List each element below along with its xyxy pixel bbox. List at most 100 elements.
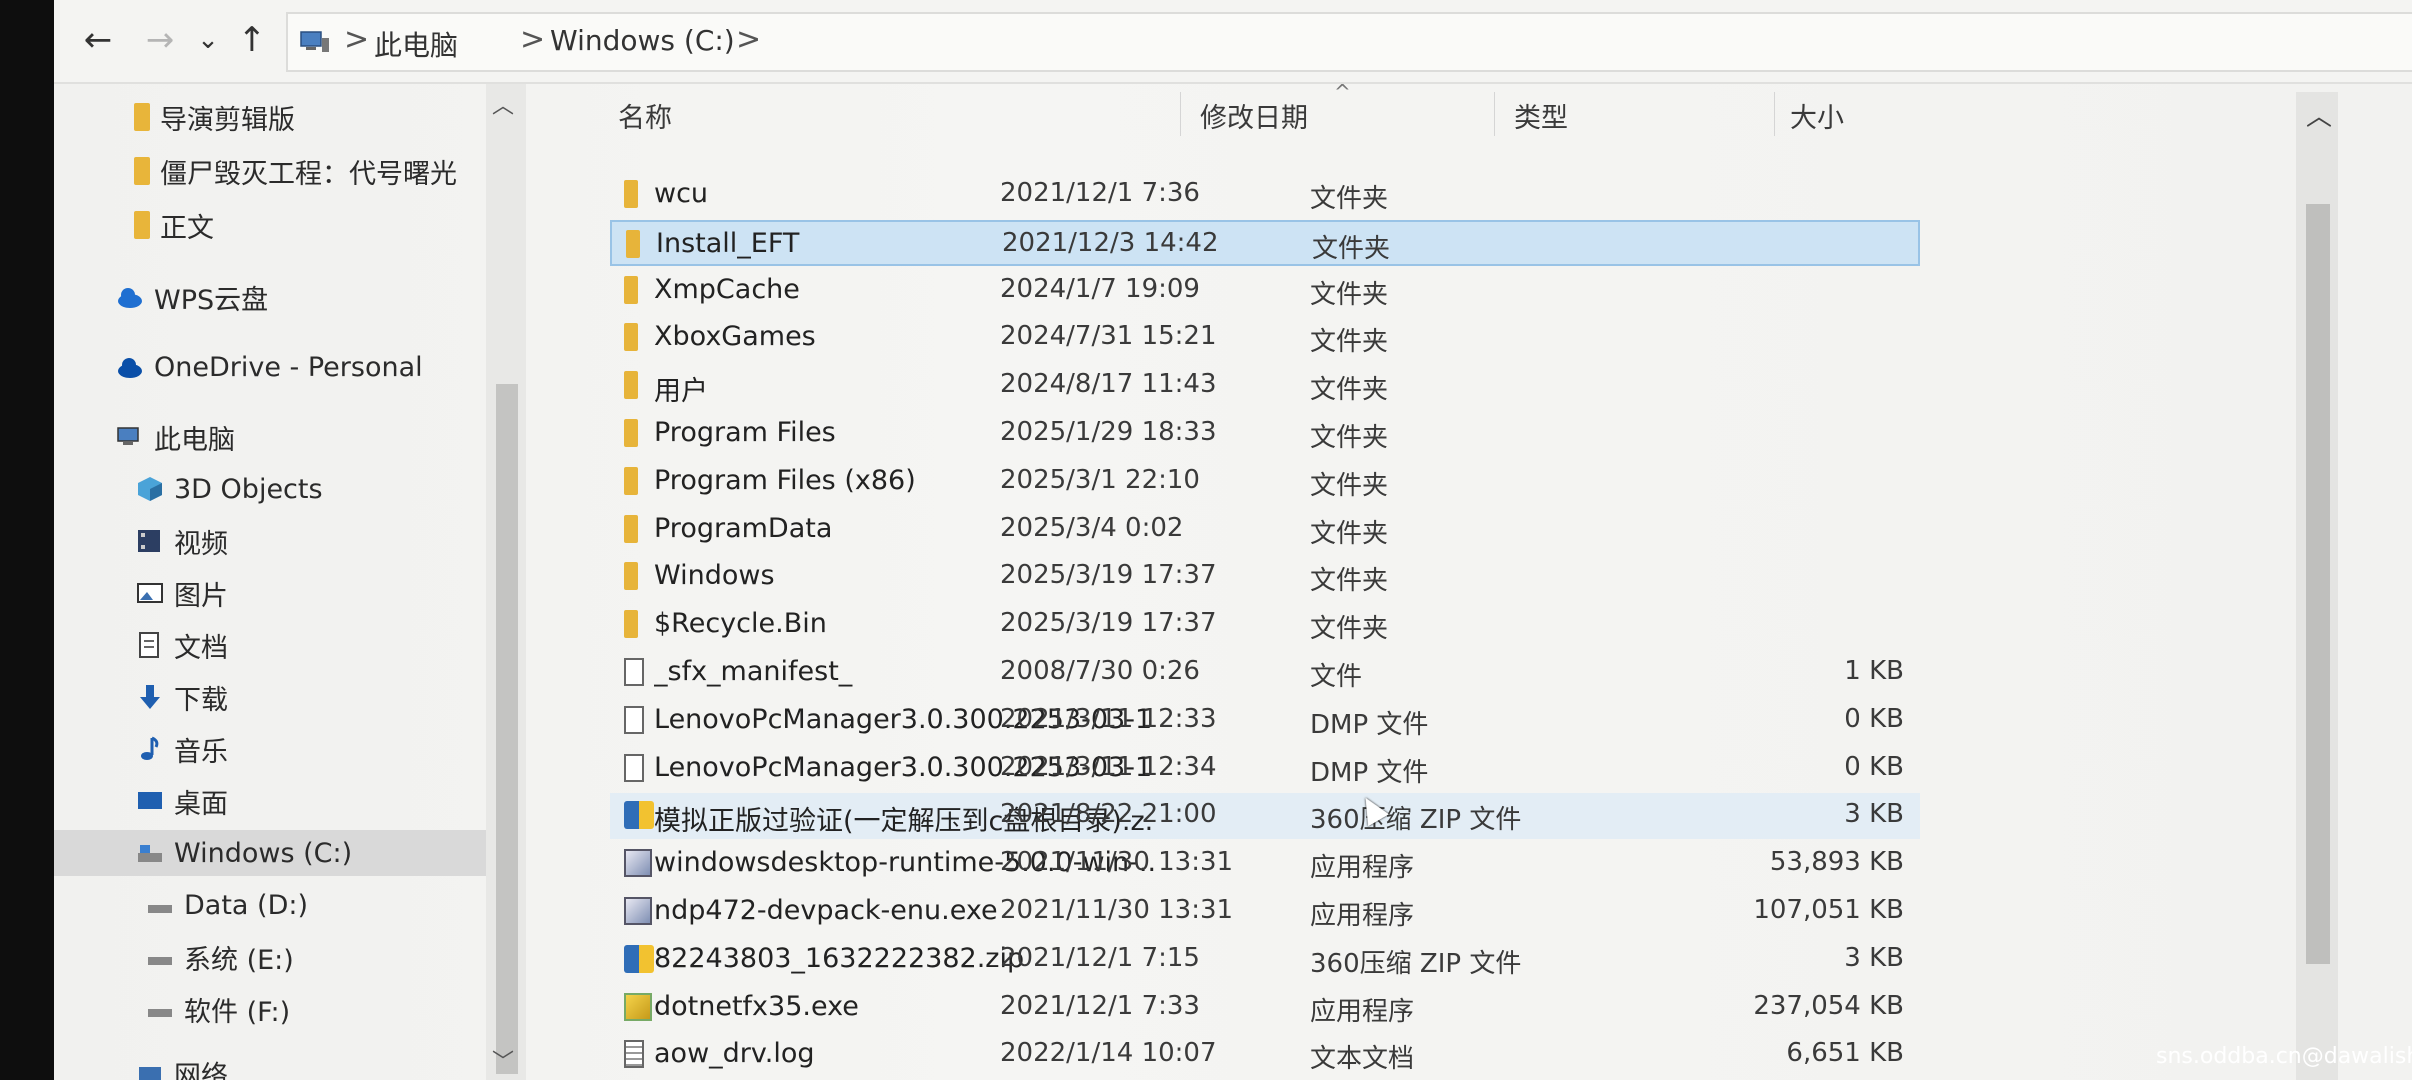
folder-icon: [624, 180, 638, 208]
forward-arrow-icon: →: [145, 20, 175, 60]
forward-button[interactable]: →: [138, 16, 182, 64]
column-header-name[interactable]: 名称: [618, 96, 672, 135]
file-type: 应用程序: [1310, 853, 1415, 883]
chevron-down-icon: ⌄: [197, 25, 219, 55]
file-date: 2021/8/22 21:00: [1000, 799, 1217, 829]
back-button[interactable]: ←: [76, 16, 120, 64]
nav-item-wps-cloud[interactable]: WPS云盘: [54, 274, 556, 320]
scrollbar-thumb[interactable]: [2306, 204, 2330, 964]
file-type: DMP 文件: [1310, 758, 1429, 788]
drive-icon: [148, 905, 172, 913]
file-date: 2024/1/7 19:09: [1000, 274, 1200, 304]
file-list-scrollbar[interactable]: ︿: [2296, 92, 2338, 1080]
nav-item-windows-c[interactable]: Windows (C:): [54, 830, 494, 876]
file-date: 2025/3/19 17:37: [1000, 560, 1217, 590]
file-list: ^ 名称 修改日期 类型 大小 wcu 2021/12/1 7:36 文件夹 Inst…: [554, 80, 1994, 1080]
zip-archive-icon: [624, 945, 654, 973]
nav-item-onedrive[interactable]: OneDrive - Personal: [54, 344, 556, 390]
file-row[interactable]: Program Files 2025/1/29 18:33 文件夹: [610, 411, 1920, 457]
file-date: 2021/12/1 7:15: [1000, 943, 1200, 973]
breadcrumb-separator: >: [344, 22, 370, 57]
video-icon: [138, 530, 160, 552]
file-row[interactable]: Program Files (x86) 2025/3/1 22:10 文件夹: [610, 459, 1920, 505]
installer-icon: [624, 993, 652, 1021]
file-row[interactable]: $Recycle.Bin 2025/3/19 17:37 文件夹: [610, 602, 1920, 648]
nav-item-label: 音乐: [174, 736, 228, 768]
scrollbar-thumb[interactable]: [496, 384, 518, 1074]
file-type: 应用程序: [1310, 997, 1415, 1027]
nav-item-label: 网络: [174, 1060, 228, 1080]
breadcrumb-this-pc[interactable]: 此电脑: [374, 24, 458, 64]
file-type: 文件夹: [1310, 423, 1389, 453]
file-row[interactable]: aow_drv.log 2022/1/14 10:07 文本文档 6,651 KB: [610, 1032, 1920, 1078]
file-row[interactable]: windowsdesktop-runtime-5.0.0-win-... 2021…: [610, 841, 1920, 887]
network-icon: [139, 1067, 161, 1080]
file-row[interactable]: _sfx_manifest_ 2008/7/30 0:26 文件 1 KB: [610, 650, 1920, 696]
file-row[interactable]: LenovoPcManager3.0.300.2253-03-1... 2021/…: [610, 746, 1920, 792]
file-icon: [624, 754, 644, 782]
nav-item-label: 正文: [160, 212, 214, 244]
column-header-size[interactable]: 大小: [1790, 96, 1844, 135]
file-row[interactable]: 用户 2024/8/17 11:43 文件夹: [610, 363, 1920, 409]
breadcrumb-windows-c[interactable]: Windows (C:): [550, 24, 735, 57]
file-size: 53,893 KB: [1769, 847, 1904, 877]
recent-locations-button[interactable]: ⌄: [186, 16, 230, 64]
scroll-down-icon[interactable]: ﹀: [492, 1044, 514, 1076]
document-icon: [139, 632, 159, 658]
zip-archive-icon: [624, 801, 654, 829]
file-date: 2025/3/4 0:02: [1000, 513, 1184, 543]
file-row[interactable]: 模拟正版过验证(一定解压到c盘根目录).z... 2021/8/22 21:00 3…: [610, 793, 1920, 839]
file-type: 应用程序: [1310, 901, 1415, 931]
nav-item-label: 软件 (F:): [184, 996, 291, 1028]
file-row[interactable]: dotnetfx35.exe 2021/12/1 7:33 应用程序 237,054 …: [610, 985, 1920, 1031]
computer-icon: [117, 427, 139, 445]
file-date: 2025/3/1 22:10: [1000, 465, 1200, 495]
nav-item-label: 文档: [174, 632, 228, 664]
file-row[interactable]: wcu 2021/12/1 7:36 文件夹: [610, 172, 1920, 218]
file-size: 0 KB: [1844, 704, 1904, 734]
column-divider[interactable]: [1774, 92, 1775, 136]
folder-icon: [624, 562, 638, 590]
file-row[interactable]: LenovoPcManager3.0.300.2253-03-1... 2021/…: [610, 698, 1920, 744]
file-type: 文件夹: [1310, 327, 1389, 357]
file-date: 2021/11/30 13:31: [1000, 847, 1234, 877]
back-arrow-icon: ←: [83, 20, 113, 60]
file-size: 237,054 KB: [1753, 991, 1904, 1021]
scroll-up-icon[interactable]: ︿: [2306, 96, 2332, 133]
column-header-type[interactable]: 类型: [1514, 96, 1568, 135]
nav-item-label: 3D Objects: [174, 473, 323, 505]
address-toolbar: ← → ⌄ ↑ > 此电脑 > Windows (C:) >: [54, 0, 2412, 84]
file-type: 文件夹: [1310, 184, 1389, 214]
nav-item-label: WPS云盘: [154, 284, 269, 316]
nav-item-label: 图片: [174, 580, 228, 612]
column-header-date[interactable]: 修改日期: [1200, 96, 1308, 135]
folder-icon: [626, 230, 640, 258]
scroll-up-icon[interactable]: ︿: [492, 88, 514, 120]
column-divider[interactable]: [1180, 92, 1181, 136]
folder-icon: [624, 419, 638, 447]
up-arrow-icon: ↑: [237, 20, 267, 60]
breadcrumb-separator: >: [736, 22, 762, 57]
nav-item-this-pc[interactable]: 此电脑: [54, 414, 556, 460]
file-row[interactable]: ProgramData 2025/3/4 0:02 文件夹: [610, 507, 1920, 553]
music-icon: [141, 736, 159, 760]
picture-icon: [137, 583, 163, 603]
up-button[interactable]: ↑: [230, 16, 274, 64]
file-row[interactable]: ndp472-devpack-enu.exe 2021/11/30 13:31 应用…: [610, 889, 1920, 935]
file-row[interactable]: XboxGames 2024/7/31 15:21 文件夹: [610, 315, 1920, 361]
file-row[interactable]: Windows 2025/3/19 17:37 文件夹: [610, 554, 1920, 600]
folder-icon: [134, 211, 150, 239]
file-explorer-window: ← → ⌄ ↑ > 此电脑 > Windows (C:) > 导演剪辑版 僵尸毁…: [54, 0, 2412, 1080]
folder-icon: [624, 467, 638, 495]
file-date: 2024/7/31 15:21: [1000, 321, 1217, 351]
column-divider[interactable]: [1494, 92, 1495, 136]
file-row[interactable]: 82243803_1632222382.zip 2021/12/1 7:15 360…: [610, 937, 1920, 983]
application-icon: [624, 897, 652, 925]
file-row[interactable]: XmpCache 2024/1/7 19:09 文件夹: [610, 268, 1920, 314]
file-type: 文件夹: [1310, 280, 1389, 310]
address-bar[interactable]: > 此电脑 > Windows (C:) >: [286, 12, 2412, 72]
nav-pane-scrollbar[interactable]: ︿ ﹀: [486, 84, 526, 1080]
file-row[interactable]: Install_EFT 2021/12/3 14:42 文件夹: [610, 220, 1920, 266]
drive-icon: [148, 957, 172, 965]
folder-icon: [624, 515, 638, 543]
